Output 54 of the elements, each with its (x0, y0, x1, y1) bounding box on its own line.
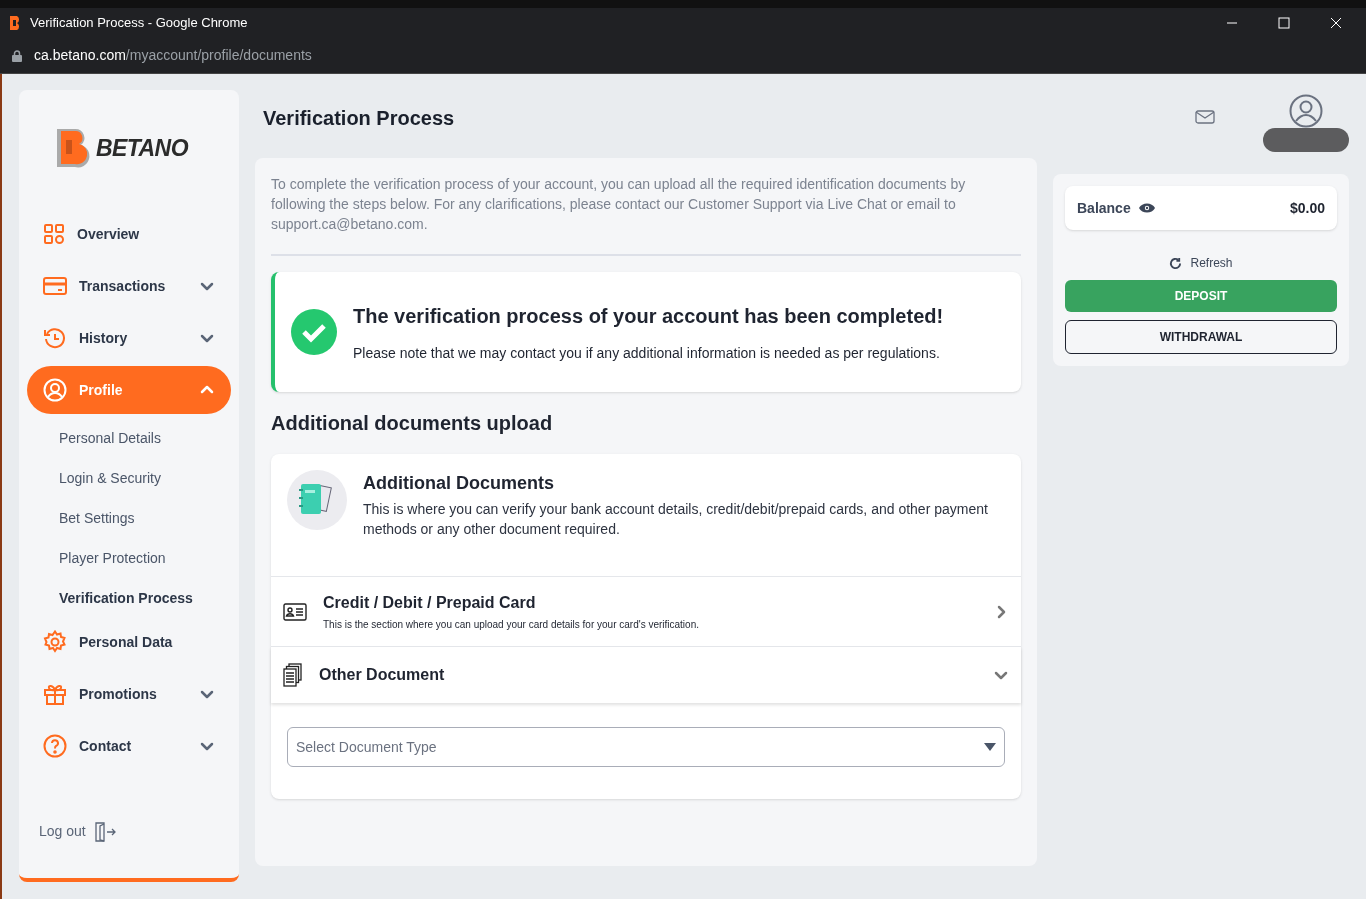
logout-icon (93, 821, 116, 842)
intro-paragraph: To complete the verification process of your account, you can upload all the required identification documents by following the steps below. For any clarifications, please contact our Customer Support via Live Chat or email to support.ca@betano.com. (271, 174, 1021, 256)
sidebar-item[interactable]: Contact (27, 722, 231, 770)
lock-icon (12, 49, 22, 62)
sidebar-item[interactable]: Personal Data (27, 618, 231, 666)
sidebar-item[interactable]: History (27, 314, 231, 362)
document-type-select[interactable]: Select Document Type (287, 727, 1005, 767)
sidebar-item[interactable]: Promotions (27, 670, 231, 718)
logo-mark-icon (54, 126, 92, 170)
maximize-icon[interactable] (1278, 17, 1290, 29)
logo-text: BETANO (96, 133, 188, 163)
sidebar-subitem[interactable]: Verification Process (27, 578, 231, 618)
close-icon[interactable] (1330, 17, 1342, 29)
user-avatar-icon[interactable] (1289, 94, 1323, 128)
history-icon (43, 326, 67, 350)
sidebar-subitem[interactable]: Player Protection (27, 538, 231, 578)
page-title: Verification Process (263, 106, 455, 131)
credit-card-icon (43, 276, 67, 296)
balance-amount: $0.00 (1289, 198, 1325, 218)
document-row-title: Other Document (319, 665, 446, 685)
success-title: The verification process of your account has been completed! (353, 303, 944, 329)
document-row-subtitle: This is the section where you can upload your card details for your card's verification. (323, 618, 700, 632)
notebook-icon (287, 470, 347, 530)
sidebar-subitem[interactable]: Login & Security (27, 458, 231, 498)
refresh-button[interactable]: Refresh (1169, 254, 1233, 272)
document-row-title: Credit / Debit / Prepaid Card (323, 593, 537, 613)
documents-title: Additional Documents (363, 472, 555, 495)
sidebar-subitem[interactable]: Bet Settings (27, 498, 231, 538)
gift-icon (43, 682, 67, 706)
documents-icon (283, 663, 303, 687)
user-icon (43, 378, 67, 402)
eye-icon[interactable] (1138, 203, 1155, 213)
section-title: Additional documents upload (271, 411, 554, 436)
balance-label: Balance (1077, 198, 1131, 218)
withdrawal-button[interactable]: WITHDRAWAL (1065, 320, 1337, 354)
check-circle-icon (291, 309, 337, 355)
sidebar-item[interactable]: Overview (27, 210, 231, 258)
grid-icon (43, 223, 65, 245)
site-favicon-icon (8, 15, 22, 31)
document-row[interactable]: Other Document (271, 647, 1021, 703)
address-bar-url[interactable]: ca.betano.com/myaccount/profile/documents (34, 45, 312, 66)
gear-icon (43, 630, 67, 654)
mail-icon[interactable] (1195, 110, 1215, 124)
window-title: Verification Process - Google Chrome (30, 14, 249, 33)
sidebar-item[interactable]: Transactions (27, 262, 231, 310)
sidebar-subitem[interactable]: Personal Details (27, 418, 231, 458)
document-row[interactable]: Credit / Debit / Prepaid Card This is the section where you can upload your card details for your card's verification. (271, 577, 1021, 647)
dropdown-caret-icon (984, 743, 996, 751)
logout-link[interactable]: Log out (27, 821, 231, 842)
id-card-icon (283, 602, 307, 621)
help-icon (43, 734, 67, 758)
refresh-icon (1169, 256, 1183, 270)
success-text: Please note that we may contact you if any additional information is needed as per regulations. (353, 343, 941, 363)
documents-description: This is where you can verify your bank account details, credit/debit/prepaid cards, and other payment methods or any other document required. (363, 500, 989, 539)
